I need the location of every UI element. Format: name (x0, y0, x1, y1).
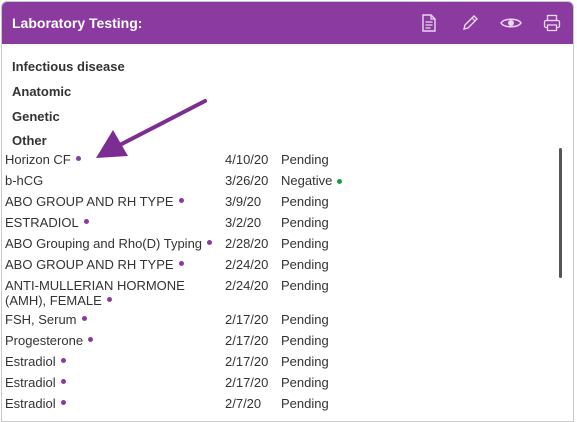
test-date: 2/17/20 (225, 375, 269, 390)
test-name: b-hCG (5, 173, 44, 188)
list-item[interactable]: Progesterone 2/17/20 Pending (5, 330, 545, 351)
status-dot (81, 316, 87, 321)
scrollbar[interactable] (559, 148, 562, 278)
test-result: Pending (281, 333, 329, 348)
status-dot (88, 337, 94, 342)
status-dot (75, 156, 81, 161)
eye-icon[interactable] (498, 10, 524, 36)
test-name: ANTI-MULLERIAN HORMONE (AMH), FEMALE (5, 278, 185, 308)
annotation-arrow-icon (96, 99, 207, 158)
test-name: Progesterone (5, 333, 220, 348)
list-item[interactable]: ABO GROUP AND RH TYPE 3/9/20 Pending (5, 191, 545, 212)
test-name: ABO Grouping and Rho(D) Typing (5, 236, 220, 251)
test-name: FSH, Serum (5, 312, 220, 327)
test-result: Negative (281, 170, 343, 191)
list-item[interactable]: ESTRADIOL 3/2/20 Pending (5, 212, 545, 233)
test-result: Pending (281, 396, 329, 411)
status-dot (60, 379, 66, 384)
test-name: Estradiol (5, 354, 220, 369)
list-item[interactable]: Estradiol 2/17/20 Pending (5, 372, 545, 393)
document-icon[interactable] (416, 10, 442, 36)
status-dot (178, 261, 184, 266)
list-item[interactable]: b-hCG 3/26/20 Negative (5, 170, 545, 191)
test-name: Estradiol (5, 396, 220, 411)
test-date: 3/26/20 (225, 173, 269, 188)
test-result: Pending (281, 194, 329, 209)
test-result: Pending (281, 375, 329, 390)
list-item[interactable]: FSH, Serum 2/17/20 Pending (5, 309, 545, 330)
panel-header: Laboratory Testing: (2, 2, 573, 44)
test-date: 3/9/20 (225, 194, 262, 209)
status-dot (106, 297, 112, 302)
test-result: Pending (281, 354, 329, 369)
list-item[interactable]: ABO GROUP AND RH TYPE 2/24/20 Pending (5, 254, 545, 275)
list-item[interactable]: Estradiol 2/7/20 Pending (5, 393, 545, 414)
laboratory-testing-panel: Laboratory Testing: Infectious disease A… (1, 1, 574, 422)
status-dot (178, 198, 184, 203)
test-date: 2/24/20 (225, 278, 269, 293)
test-result: Pending (281, 278, 329, 293)
test-date: 2/17/20 (225, 333, 269, 348)
list-item[interactable]: ANTI-MULLERIAN HORMONE (AMH), FEMALE 2/2… (5, 275, 545, 309)
test-name: Estradiol (5, 375, 220, 390)
list-item[interactable]: ABO Grouping and Rho(D) Typing 2/28/20 P… (5, 233, 545, 254)
panel-body: Infectious disease Anatomic Genetic Othe… (2, 44, 573, 421)
status-dot (207, 240, 213, 245)
test-date: 3/2/20 (225, 215, 262, 230)
test-date: 2/7/20 (225, 396, 262, 411)
test-result: Pending (281, 312, 329, 327)
test-name: ABO GROUP AND RH TYPE (5, 194, 220, 209)
section-infectious-disease[interactable]: Infectious disease (12, 54, 573, 79)
test-date: 2/28/20 (225, 236, 269, 251)
list-item[interactable]: Estradiol 2/17/20 Pending (5, 351, 545, 372)
status-dot (60, 358, 66, 363)
lab-results-list: Horizon CF 4/10/20 Pending b-hCG 3/26/20… (5, 149, 545, 414)
test-date: 4/10/20 (225, 152, 269, 167)
test-date: 2/17/20 (225, 354, 269, 369)
test-result: Pending (281, 236, 329, 251)
negative-status-dot (337, 179, 343, 184)
test-result: Pending (281, 257, 329, 272)
test-result: Pending (281, 215, 329, 230)
test-name: ESTRADIOL (5, 215, 220, 230)
test-date: 2/17/20 (225, 312, 269, 327)
panel-title: Laboratory Testing: (12, 15, 143, 31)
test-name: ABO GROUP AND RH TYPE (5, 257, 220, 272)
pencil-icon[interactable] (457, 10, 483, 36)
test-result: Pending (281, 152, 329, 167)
status-dot (60, 400, 66, 405)
printer-icon[interactable] (539, 10, 565, 36)
status-dot (83, 219, 89, 224)
test-date: 2/24/20 (225, 257, 269, 272)
